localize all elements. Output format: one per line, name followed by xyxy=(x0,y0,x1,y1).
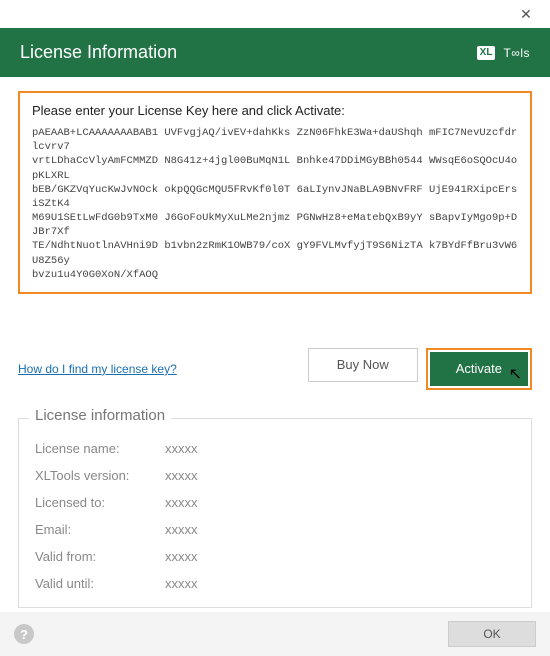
dialog-header: License Information XL T∞ls xyxy=(0,28,550,77)
license-info-group: License information License name:xxxxxXL… xyxy=(18,418,532,608)
content-area: Please enter your License Key here and c… xyxy=(0,77,550,648)
find-key-link[interactable]: How do I find my license key? xyxy=(18,362,177,376)
license-info-row: License name:xxxxx xyxy=(35,435,515,462)
help-icon[interactable]: ? xyxy=(14,624,34,644)
license-key-prompt: Please enter your License Key here and c… xyxy=(32,103,518,118)
brand-icons: XL T∞ls xyxy=(477,46,530,60)
activate-highlight: Activate ↖ xyxy=(426,348,532,390)
license-info-label: License name: xyxy=(35,441,165,456)
license-info-value: xxxxx xyxy=(165,549,198,564)
license-info-value: xxxxx xyxy=(165,468,198,483)
license-info-row: XLTools version:xxxxx xyxy=(35,462,515,489)
license-info-label: Valid from: xyxy=(35,549,165,564)
button-group: Buy Now Activate ↖ xyxy=(308,348,532,390)
license-info-label: Email: xyxy=(35,522,165,537)
tools-icon: T∞ls xyxy=(503,46,530,60)
page-title: License Information xyxy=(20,42,177,63)
activate-button[interactable]: Activate xyxy=(430,352,528,386)
buy-now-button[interactable]: Buy Now xyxy=(308,348,418,382)
close-icon: ✕ xyxy=(520,6,532,23)
ok-button[interactable]: OK xyxy=(448,621,536,647)
license-info-legend: License information xyxy=(29,407,171,424)
license-info-label: XLTools version: xyxy=(35,468,165,483)
license-key-area: Please enter your License Key here and c… xyxy=(18,91,532,294)
license-key-input[interactable]: pAEAAB+LCAAAAAAABAB1 UVFvgjAQ/ivEV+dahKk… xyxy=(32,126,518,282)
license-info-label: Licensed to: xyxy=(35,495,165,510)
license-info-row: Valid until:xxxxx xyxy=(35,570,515,597)
license-info-row: Email:xxxxx xyxy=(35,516,515,543)
license-info-value: xxxxx xyxy=(165,441,198,456)
license-info-value: xxxxx xyxy=(165,522,198,537)
license-info-row: Valid from:xxxxx xyxy=(35,543,515,570)
license-info-value: xxxxx xyxy=(165,576,198,591)
titlebar: ✕ xyxy=(0,0,550,28)
xl-icon: XL xyxy=(477,46,496,60)
dialog-footer: ? OK xyxy=(0,612,550,656)
actions-row: How do I find my license key? Buy Now Ac… xyxy=(18,348,532,390)
close-button[interactable]: ✕ xyxy=(510,4,542,24)
license-info-label: Valid until: xyxy=(35,576,165,591)
license-info-value: xxxxx xyxy=(165,495,198,510)
license-info-row: Licensed to:xxxxx xyxy=(35,489,515,516)
